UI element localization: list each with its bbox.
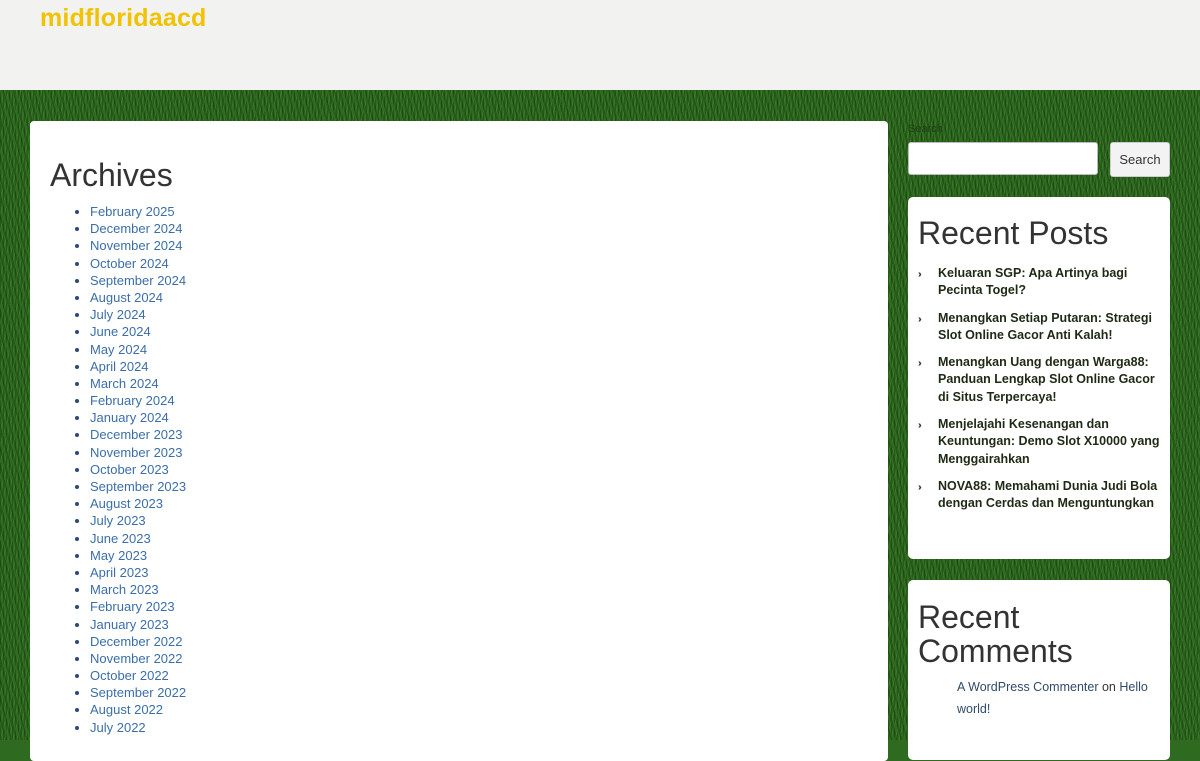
archive-item: November 2022 [90,650,186,667]
archive-link[interactable]: September 2023 [90,479,186,494]
archive-item: May 2023 [90,547,186,564]
archive-link[interactable]: December 2024 [90,221,183,236]
comment-author-link[interactable]: A WordPress Commenter [957,680,1098,694]
recent-post-item: ›› Menangkan Setiap Putaran: Strategi Slo… [918,310,1163,345]
archive-link[interactable]: December 2023 [90,427,183,442]
archive-link[interactable]: February 2025 [90,204,175,219]
archive-item: December 2022 [90,633,186,650]
archive-item: July 2022 [90,719,186,736]
double-chevron-right-icon: ›› [918,269,921,280]
recent-post-link[interactable]: NOVA88: Memahami Dunia Judi Bola dengan … [938,479,1157,510]
archive-link[interactable]: January 2024 [90,410,169,425]
archive-item: February 2025 [90,203,186,220]
archive-item: February 2023 [90,598,186,615]
search-input[interactable] [908,142,1098,175]
archive-item: December 2024 [90,220,186,237]
recent-comments-widget: Recent Comments A WordPress Commenter on… [908,580,1170,760]
archive-item: April 2024 [90,358,186,375]
archive-link[interactable]: July 2022 [90,720,146,735]
recent-post-link[interactable]: Menangkan Uang dengan Warga88: Panduan L… [938,355,1155,404]
site-header: midfloridaacd [0,0,1200,90]
archive-item: July 2023 [90,512,186,529]
recent-posts-heading: Recent Posts [918,215,1109,251]
archive-link[interactable]: July 2023 [90,513,146,528]
comment-entry: A WordPress Commenter on Hello world! [957,676,1167,720]
archive-item: September 2023 [90,478,186,495]
archive-link[interactable]: June 2023 [90,531,151,546]
archive-item: March 2023 [90,581,186,598]
search-label: Search [908,123,943,135]
archive-item: January 2023 [90,616,186,633]
archive-link[interactable]: October 2022 [90,668,169,683]
recent-posts-list: ›› Keluaran SGP: Apa Artinya bagi Pecinta… [918,265,1163,523]
recent-comments-heading: Recent Comments [918,599,1073,669]
recent-posts-widget: Recent Posts ›› Keluaran SGP: Apa Artinya… [908,197,1170,559]
archive-item: September 2022 [90,684,186,701]
archive-item: December 2023 [90,426,186,443]
archive-item: July 2024 [90,306,186,323]
archives-card: Archives February 2025 December 2024 Novem… [30,121,888,761]
archive-link[interactable]: May 2024 [90,342,147,357]
recent-post-link[interactable]: Menjelajahi Kesenangan dan Keuntungan: D… [938,417,1160,466]
archive-link[interactable]: April 2024 [90,359,149,374]
archives-heading: Archives [50,157,173,193]
archive-item: May 2024 [90,341,186,358]
archive-link[interactable]: March 2024 [90,376,159,391]
archive-item: October 2022 [90,667,186,684]
double-chevron-right-icon: ›› [918,420,921,432]
archive-link[interactable]: December 2022 [90,634,183,649]
archive-link[interactable]: August 2022 [90,702,163,717]
archive-link[interactable]: November 2022 [90,651,183,666]
archive-item: October 2024 [90,255,186,272]
recent-post-item: ›› Menangkan Uang dengan Warga88: Panduan… [918,354,1163,406]
search-button[interactable]: Search [1110,142,1170,177]
archive-item: March 2024 [90,375,186,392]
double-chevron-right-icon: ›› [918,358,921,370]
archive-item: June 2023 [90,530,186,547]
archive-link[interactable]: October 2023 [90,462,169,477]
archive-item: November 2024 [90,237,186,254]
recent-post-item: ›› Keluaran SGP: Apa Artinya bagi Pecinta… [918,265,1163,300]
archives-list: February 2025 December 2024 November 2024 O… [50,203,186,736]
archive-item: October 2023 [90,461,186,478]
archive-link[interactable]: September 2022 [90,685,186,700]
archive-item: April 2023 [90,564,186,581]
archive-link[interactable]: November 2023 [90,445,183,460]
archive-link[interactable]: August 2023 [90,496,163,511]
recent-post-link[interactable]: Keluaran SGP: Apa Artinya bagi Pecinta T… [938,266,1127,297]
archive-item: September 2024 [90,272,186,289]
archive-link[interactable]: February 2023 [90,599,175,614]
double-chevron-right-icon: ›› [918,313,921,325]
archive-link[interactable]: February 2024 [90,393,175,408]
site-title-link[interactable]: midfloridaacd [40,4,207,33]
archive-link[interactable]: November 2024 [90,238,183,253]
comment-on-text: on [1101,680,1116,694]
archive-item: June 2024 [90,323,186,340]
archive-link[interactable]: April 2023 [90,565,149,580]
archive-link[interactable]: March 2023 [90,582,159,597]
double-chevron-right-icon: ›› [918,481,921,493]
archive-link[interactable]: August 2024 [90,290,163,305]
archive-item: January 2024 [90,409,186,426]
archive-link[interactable]: May 2023 [90,548,147,563]
archive-link[interactable]: July 2024 [90,307,146,322]
archive-item: August 2022 [90,701,186,718]
archive-item: August 2023 [90,495,186,512]
archive-item: November 2023 [90,444,186,461]
archive-link[interactable]: January 2023 [90,617,169,632]
archive-link[interactable]: June 2024 [90,324,151,339]
archive-item: August 2024 [90,289,186,306]
recent-post-item: ›› Menjelajahi Kesenangan dan Keuntungan:… [918,416,1163,468]
recent-post-link[interactable]: Menangkan Setiap Putaran: Strategi Slot … [938,311,1152,342]
archive-link[interactable]: October 2024 [90,256,169,271]
archive-link[interactable]: September 2024 [90,273,186,288]
archive-item: February 2024 [90,392,186,409]
recent-post-item: ›› NOVA88: Memahami Dunia Judi Bola denga… [918,478,1163,513]
